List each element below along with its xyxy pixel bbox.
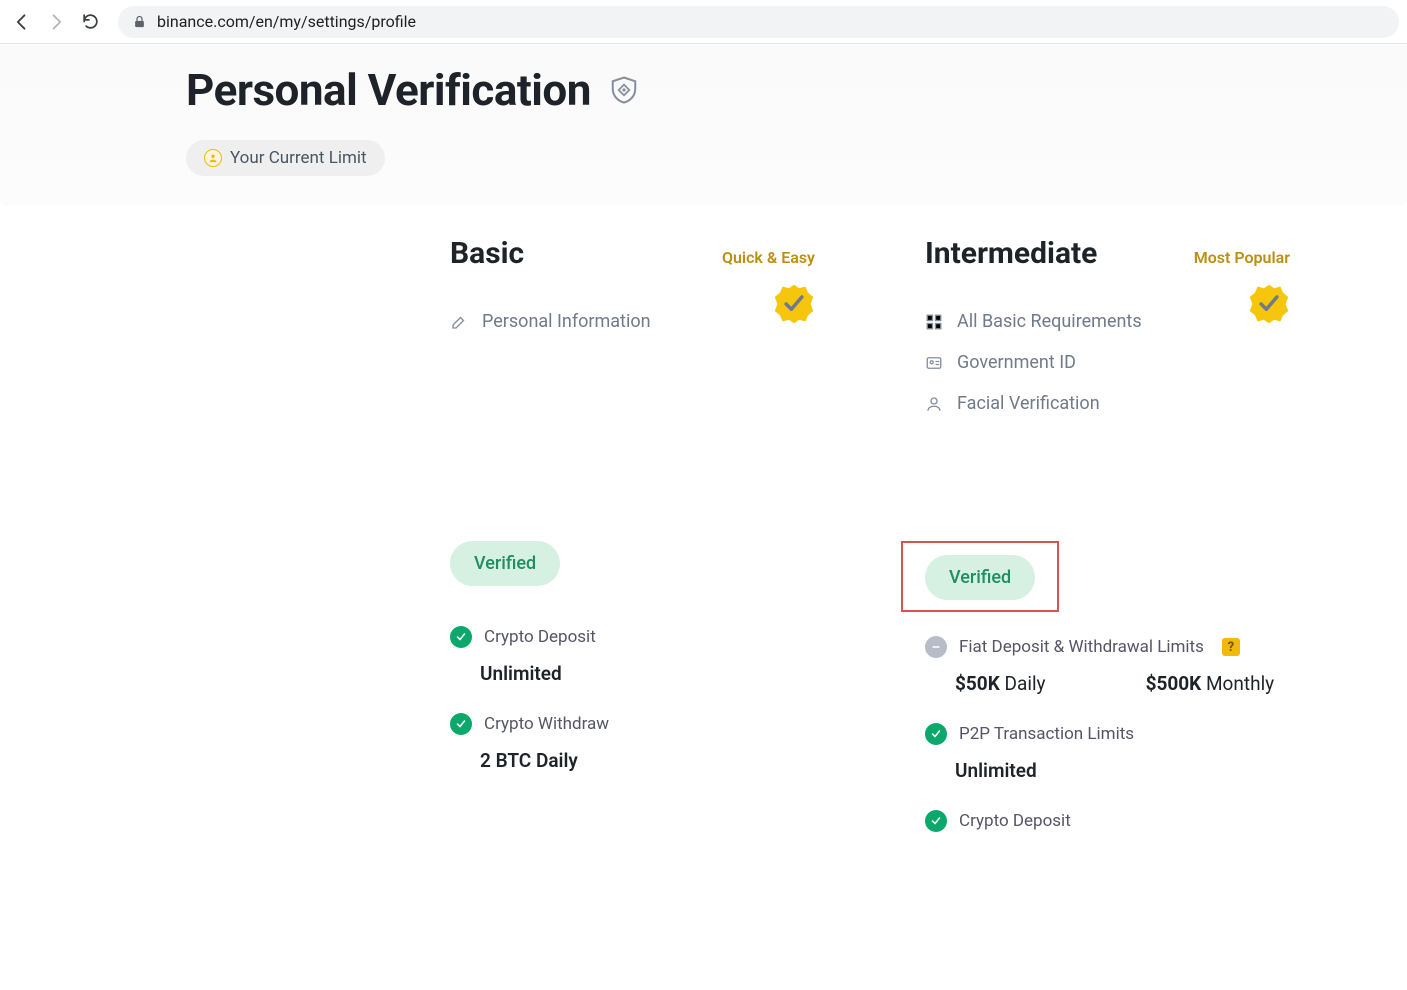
feature-intermediate-deposit: Crypto Deposit: [925, 810, 1290, 832]
check-circle-icon: [925, 810, 947, 832]
current-limit-label: Your Current Limit: [230, 148, 367, 168]
req-label: Personal Information: [482, 311, 651, 332]
back-button[interactable]: [8, 8, 36, 36]
feature-crypto-deposit: Crypto Deposit: [450, 626, 815, 648]
req-facial: Facial Verification: [925, 393, 1290, 414]
verified-pill-intermediate: Verified: [925, 555, 1035, 600]
feature-fiat-limits: Fiat Deposit & Withdrawal Limits ?: [925, 636, 1290, 658]
tier-intermediate: Intermediate Most Popular All Basic Requ…: [925, 236, 1290, 846]
feature-deposit-value: Unlimited: [480, 662, 815, 685]
reload-button[interactable]: [76, 8, 104, 36]
req-label: Government ID: [957, 352, 1076, 373]
check-circle-icon: [450, 626, 472, 648]
browser-toolbar: binance.com/en/my/settings/profile: [0, 0, 1407, 44]
tier-container: Basic Quick & Easy Personal Information …: [0, 206, 1407, 886]
feature-label: Crypto Deposit: [959, 811, 1071, 831]
verified-seal-icon: [773, 283, 815, 329]
arrow-left-icon: [12, 12, 32, 32]
req-label: All Basic Requirements: [957, 311, 1142, 332]
arrow-right-icon: [46, 12, 66, 32]
feature-label: Fiat Deposit & Withdrawal Limits: [959, 637, 1204, 657]
shield-icon: [609, 75, 639, 105]
edit-icon: [450, 313, 468, 331]
highlight-annotation: Verified: [901, 541, 1059, 612]
tier-intermediate-name: Intermediate: [925, 236, 1097, 271]
current-limit-badge[interactable]: Your Current Limit: [186, 140, 385, 176]
req-personal-info: Personal Information: [450, 311, 815, 332]
check-circle-icon: [450, 713, 472, 735]
user-dot-icon: [204, 149, 222, 167]
lock-icon: [132, 14, 147, 29]
fiat-daily-value: $50K Daily: [955, 672, 1046, 695]
verified-pill-basic: Verified: [450, 541, 560, 586]
feature-p2p-value: Unlimited: [955, 759, 1290, 782]
tier-basic: Basic Quick & Easy Personal Information …: [450, 236, 815, 846]
verified-seal-icon: [1248, 283, 1290, 329]
url-bar[interactable]: binance.com/en/my/settings/profile: [118, 6, 1399, 38]
feature-crypto-withdraw: Crypto Withdraw: [450, 713, 815, 735]
person-icon: [925, 395, 943, 413]
reload-icon: [81, 12, 100, 31]
url-text: binance.com/en/my/settings/profile: [157, 12, 416, 31]
fiat-monthly-value: $500K Monthly: [1146, 672, 1275, 695]
grid-icon: [925, 313, 943, 331]
tier-basic-name: Basic: [450, 236, 524, 271]
feature-withdraw-value: 2 BTC Daily: [480, 749, 815, 772]
page-title: Personal Verification: [186, 64, 591, 116]
tier-basic-tag: Quick & Easy: [722, 248, 815, 267]
feature-p2p: P2P Transaction Limits: [925, 723, 1290, 745]
id-card-icon: [925, 354, 943, 372]
feature-label: Crypto Deposit: [484, 627, 596, 647]
req-label: Facial Verification: [957, 393, 1100, 414]
req-gov-id: Government ID: [925, 352, 1290, 373]
feature-label: P2P Transaction Limits: [959, 724, 1134, 744]
req-all-basic: All Basic Requirements: [925, 311, 1290, 332]
page-header: Personal Verification Your Current Limit: [0, 44, 1407, 206]
help-icon[interactable]: ?: [1222, 638, 1240, 656]
check-circle-icon: [925, 723, 947, 745]
minus-circle-icon: [925, 636, 947, 658]
tier-intermediate-tag: Most Popular: [1194, 248, 1290, 267]
feature-label: Crypto Withdraw: [484, 714, 609, 734]
forward-button[interactable]: [42, 8, 70, 36]
